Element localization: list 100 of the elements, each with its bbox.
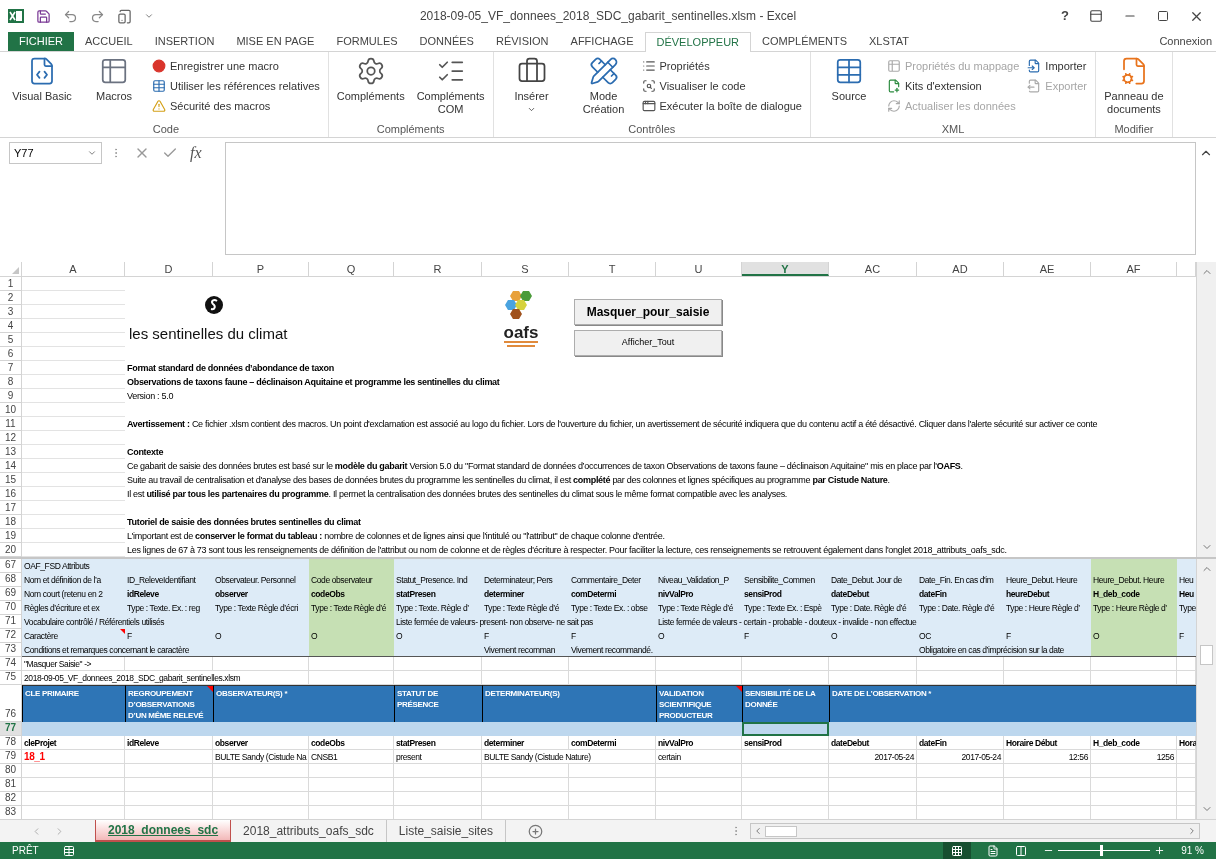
table-cell[interactable]: determiner	[482, 736, 569, 750]
table-cell[interactable]	[1091, 559, 1177, 573]
ribbon-button[interactable]: Exécuter la boîte de dialogue	[641, 96, 802, 116]
table-cell[interactable]: BULTE Sandy (Cistude Na	[213, 750, 309, 764]
column-header[interactable]: AE	[1004, 262, 1091, 276]
scrollbar-thumb[interactable]	[765, 825, 797, 837]
maximize-icon[interactable]	[1157, 10, 1169, 22]
formula-input-field[interactable]	[225, 142, 1196, 255]
ribbon-display-icon[interactable]	[1089, 9, 1103, 23]
table-cell[interactable]: dateFin	[917, 736, 1004, 750]
table-cell[interactable]	[22, 722, 125, 736]
table-cell[interactable]: Date_Debut. Jour de	[829, 573, 917, 587]
ribbon-button[interactable]: Compléments	[332, 52, 409, 121]
zoom-in-icon[interactable]	[1154, 845, 1166, 856]
row-number[interactable]: 11	[0, 417, 22, 431]
ribbon-button[interactable]: Utiliser les références relatives	[152, 76, 320, 96]
table-cell[interactable]	[656, 722, 742, 736]
table-cell[interactable]: Commentaire_Deter	[569, 573, 656, 587]
table-cell[interactable]: Sensibilite_Commen	[742, 573, 829, 587]
table-cell[interactable]: Type : Texte Règle d’é	[309, 601, 394, 615]
table-cell[interactable]: Type : Texte. Ex. : reg	[125, 601, 213, 615]
column-header[interactable]: AF	[1091, 262, 1177, 276]
table-cell[interactable]: comDetermi	[569, 736, 656, 750]
row-number[interactable]: 4	[0, 319, 22, 333]
ribbon-tab[interactable]: MISE EN PAGE	[225, 32, 326, 51]
table-cell[interactable]: H_deb_code	[1091, 587, 1177, 601]
ribbon-tab[interactable]: COMPLÉMENTS	[751, 32, 858, 51]
table-cell[interactable]: 2017-05-24	[829, 750, 917, 764]
table-cell[interactable]	[309, 643, 394, 657]
row-number[interactable]: 6	[0, 347, 22, 361]
table-cell[interactable]: comDetermi	[569, 587, 656, 601]
table-cell[interactable]: heureDebut	[1004, 587, 1091, 601]
table-cell[interactable]: 2018-09-05_VF_donnees_2018_SDC_gabarit_sentinelles.xlsm	[22, 671, 309, 685]
row-number[interactable]: 9	[0, 389, 22, 403]
ribbon-button[interactable]: Sécurité des macros	[152, 96, 320, 116]
ribbon-tab[interactable]: AFFICHAGE	[559, 32, 645, 51]
spreadsheet-logo-icon[interactable]	[8, 8, 24, 24]
table-cell[interactable]: nivValPro	[656, 587, 742, 601]
table-cell[interactable]: Règles d’écriture et ex	[22, 601, 125, 615]
zoom-level[interactable]: 91 %	[1181, 843, 1204, 858]
table-cell[interactable]	[1177, 722, 1196, 736]
sheet-button[interactable]: Masquer_pour_saisie	[574, 299, 722, 325]
table-cell[interactable]	[1091, 643, 1177, 657]
table-cell[interactable]: O	[394, 629, 482, 643]
row-number[interactable]: 16	[0, 487, 22, 501]
row-number[interactable]: 14	[0, 459, 22, 473]
table-cell[interactable]: CNSB1	[309, 750, 394, 764]
row-number[interactable]: 10	[0, 403, 22, 417]
table-cell[interactable]: Horaire Début	[1004, 736, 1091, 750]
row-number[interactable]: 19	[0, 529, 22, 543]
table-cell[interactable]: F	[742, 629, 829, 643]
ribbon-button[interactable]: Insérer	[497, 52, 566, 121]
undo-icon[interactable]	[63, 8, 78, 24]
table-cell[interactable]: OC	[917, 629, 1004, 643]
macro-record-icon[interactable]	[62, 844, 75, 857]
table-cell[interactable]: Type : Texte Ex. : obse	[569, 601, 656, 615]
table-cell[interactable]: Type : Texte Règle d’é	[656, 601, 742, 615]
column-header[interactable]: T	[569, 262, 656, 276]
name-box[interactable]: Y77	[9, 142, 102, 164]
table-cell[interactable]: Niveau_Validation_P	[656, 573, 742, 587]
table-cell[interactable]: Hora	[1177, 736, 1196, 750]
ribbon-tab[interactable]: ACCUEIL	[74, 32, 144, 51]
table-cell[interactable]: codeObs	[309, 736, 394, 750]
table-cell[interactable]: Type : Date. Règle d’é	[829, 601, 917, 615]
table-cell[interactable]: Type : Heure Règle d’	[1091, 601, 1177, 615]
ribbon-button[interactable]: Enregistrer une macro	[152, 56, 320, 76]
table-cell[interactable]: O	[309, 629, 394, 643]
sheet-button[interactable]: Afficher_Tout	[574, 330, 722, 356]
table-cell[interactable]: 2017-05-24	[917, 750, 1004, 764]
table-cell[interactable]: statPresen	[394, 736, 482, 750]
table-cell[interactable]: F	[1177, 629, 1196, 643]
table-cell[interactable]: Obligatoire en cas d’imprécision sur la date	[917, 643, 1091, 657]
row-number[interactable]: 12	[0, 431, 22, 445]
help-button[interactable]: ?	[1061, 6, 1069, 26]
table-cell[interactable]: idReleve	[125, 736, 213, 750]
ribbon-button[interactable]: Visual Basic	[8, 52, 76, 121]
horizontal-scrollbar[interactable]	[750, 823, 1200, 839]
table-cell[interactable]: Liste fermée de valeurs- present- non observe- ne sait pas	[394, 615, 656, 629]
table-cell[interactable]	[309, 559, 394, 573]
table-cell[interactable]: Code observateur	[309, 573, 394, 587]
column-header[interactable]: Y	[742, 262, 829, 276]
add-sheet-icon[interactable]	[528, 823, 544, 839]
table-cell[interactable]: Heure_Debut. Heure	[1004, 573, 1091, 587]
ribbon-button[interactable]: Propriétés	[641, 56, 802, 76]
column-header[interactable]: R	[394, 262, 482, 276]
column-header[interactable]: P	[213, 262, 309, 276]
ribbon-button[interactable]: Compléments COM	[412, 52, 489, 121]
table-cell[interactable]: 12:56	[1004, 750, 1091, 764]
row-number[interactable]: 2	[0, 291, 22, 305]
row-number[interactable]: 13	[0, 445, 22, 459]
table-cell[interactable]: Type : Heure Règle d’	[1004, 601, 1091, 615]
table-cell[interactable]: 18_1	[22, 750, 125, 764]
ribbon-tab[interactable]: FORMULES	[325, 32, 409, 51]
table-cell[interactable]: O	[656, 629, 742, 643]
table-cell[interactable]: Determinateur; Pers	[482, 573, 569, 587]
table-cell[interactable]: Type : Texte. Règle d’	[394, 601, 482, 615]
table-cell[interactable]: Heu	[1177, 587, 1196, 601]
table-cell[interactable]: determiner	[482, 587, 569, 601]
table-cell[interactable]: Vivement recomman	[482, 643, 569, 657]
row-number[interactable]: 7	[0, 361, 22, 375]
